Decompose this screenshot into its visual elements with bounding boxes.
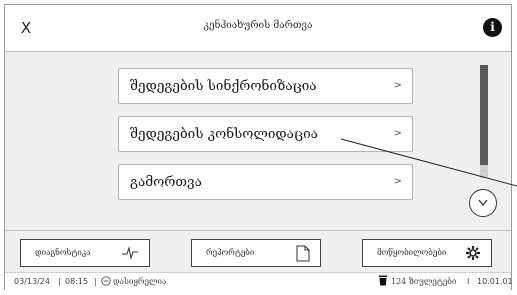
version-label: 10.01.01	[477, 277, 513, 286]
login-icon	[101, 276, 111, 288]
status-time: 08:15	[65, 277, 89, 286]
header: X კენჰიახურის მართვა i	[5, 5, 511, 52]
menu-item-label: შედეგების კონსოლიდაცია	[130, 126, 318, 142]
menu-item-label: შედეგების სინქრონიზაცია	[130, 78, 317, 94]
reports-button[interactable]: რეპორტები	[191, 239, 321, 267]
info-button[interactable]: i	[483, 18, 502, 37]
page-title: კენჰიახურის მართვა	[203, 20, 313, 31]
chevron-right-icon: >	[393, 176, 402, 187]
status-separator: |	[58, 277, 61, 286]
menu-item-sync-results[interactable]: შედეგების სინქრონიზაცია >	[118, 68, 413, 104]
login-status[interactable]: დასიყრელია	[113, 277, 166, 286]
devices-button[interactable]: მოწყობილობები	[362, 239, 492, 267]
chevron-right-icon: >	[393, 128, 402, 139]
devices-label: მოწყობილობები	[377, 248, 447, 257]
scrollbar-thumb[interactable]	[480, 165, 488, 178]
document-icon	[296, 245, 310, 262]
deleted-count: 124 ზიულეტები	[391, 277, 457, 286]
scrollbar-track[interactable]	[480, 65, 488, 165]
chevron-right-icon: >	[393, 80, 402, 91]
trash-icon	[378, 275, 388, 288]
menu-item-consolidate-results[interactable]: შედეგების კონსოლიდაცია >	[118, 116, 413, 152]
menu-item-shutdown[interactable]: გამორთვა >	[118, 164, 413, 200]
menu-item-label: გამორთვა	[130, 174, 202, 190]
scroll-down-button[interactable]	[469, 189, 497, 217]
status-bar: 03/13/24 | 08:15 | დასიყრელია 124 ზიულეტ…	[5, 272, 513, 291]
chevron-down-icon	[478, 199, 488, 207]
status-separator: I	[467, 277, 470, 286]
diagnostics-label: დიაგნოსტიკა	[35, 248, 91, 257]
diagnostics-button[interactable]: დიაგნოსტიკა	[20, 239, 150, 267]
reports-label: რეპორტები	[206, 248, 255, 257]
waveform-icon	[122, 246, 138, 260]
main-panel: შედეგების სინქრონიზაცია > შედეგების კონს…	[5, 52, 511, 230]
gear-icon	[466, 246, 480, 260]
bottom-toolbar: დიაგნოსტიკა რეპორტები მოწყობილობები	[5, 230, 511, 273]
status-separator: |	[94, 277, 97, 286]
window: X კენჰიახურის მართვა i შედეგების სინქრონ…	[4, 4, 513, 291]
status-date: 03/13/24	[14, 277, 50, 286]
